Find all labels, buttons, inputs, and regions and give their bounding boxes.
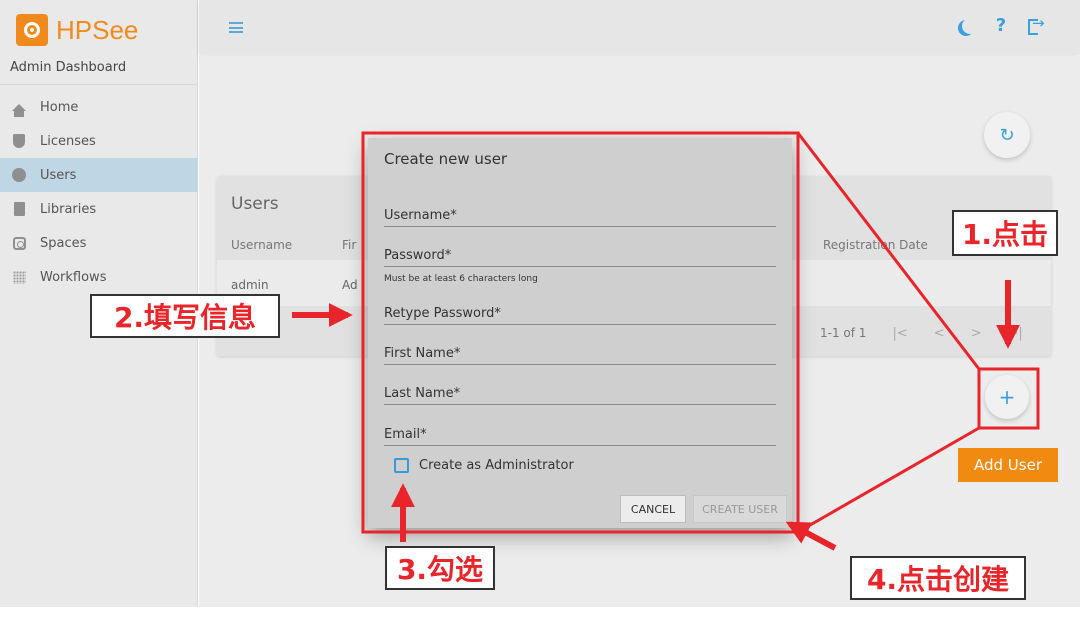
dialog-title: Create new user bbox=[384, 150, 508, 168]
sidebar-item-spaces[interactable]: Spaces bbox=[0, 226, 198, 260]
plus-icon: + bbox=[998, 385, 1016, 409]
admin-checkbox-row[interactable]: Create as Administrator bbox=[394, 458, 574, 473]
app-name: HPSee bbox=[56, 14, 139, 45]
sidebar-item-workflows[interactable]: Workflows bbox=[0, 260, 198, 294]
pagination-range: 1-1 of 1 bbox=[820, 326, 867, 340]
create-user-dialog: Create new user Username* Password* Must… bbox=[368, 138, 792, 528]
sidebar-item-users[interactable]: Users bbox=[0, 158, 198, 192]
create-user-button[interactable]: CREATE USER bbox=[693, 495, 787, 523]
password-hint: Must be at least 6 characters long bbox=[384, 274, 538, 284]
home-icon bbox=[12, 100, 26, 117]
annotation-step4: 4.点击创建 bbox=[850, 556, 1026, 600]
cell-first-name: Ad bbox=[342, 278, 358, 292]
app-logo[interactable]: HPSee bbox=[16, 14, 138, 46]
prev-page-button[interactable]: < bbox=[934, 326, 945, 341]
menu-icon[interactable] bbox=[229, 22, 243, 33]
annotation-step1: 1.点击 bbox=[952, 210, 1058, 256]
card-title: Users bbox=[231, 194, 279, 214]
grid-icon bbox=[12, 270, 26, 284]
refresh-icon: ↻ bbox=[999, 124, 1015, 146]
add-user-label: Add User bbox=[958, 448, 1058, 482]
sidebar-item-label: Workflows bbox=[40, 269, 107, 285]
moon-icon[interactable] bbox=[962, 18, 978, 34]
topbar: ? bbox=[199, 0, 1080, 55]
spaces-icon bbox=[12, 236, 26, 250]
topbar-actions: ? bbox=[958, 14, 1045, 36]
annotation-step3: 3.勾选 bbox=[385, 546, 495, 590]
users-icon bbox=[12, 168, 26, 182]
first-page-button[interactable]: |< bbox=[892, 326, 907, 341]
cell-username: admin bbox=[231, 278, 269, 292]
column-header-username[interactable]: Username bbox=[231, 238, 292, 252]
annotation-step2: 2.填写信息 bbox=[90, 294, 280, 338]
column-header-registration-date[interactable]: Registration Date bbox=[823, 238, 928, 252]
book-icon bbox=[12, 202, 26, 216]
first-name-field[interactable]: First Name* bbox=[384, 346, 776, 365]
sidebar-item-label: Users bbox=[40, 167, 77, 183]
sidebar-item-licenses[interactable]: Licenses bbox=[0, 124, 198, 158]
sidebar-item-label: Spaces bbox=[40, 235, 87, 251]
help-icon[interactable]: ? bbox=[994, 16, 1008, 36]
sidebar-item-label: Licenses bbox=[40, 133, 96, 149]
sidebar-nav: Home Licenses Users Libraries Spaces Wor… bbox=[0, 90, 198, 294]
sidebar-item-label: Home bbox=[40, 99, 79, 115]
pagination: 1-1 of 1 |< < > >| bbox=[820, 326, 1023, 341]
add-user-fab[interactable]: + bbox=[985, 375, 1029, 419]
last-page-button[interactable]: >| bbox=[1008, 326, 1023, 341]
sidebar-item-libraries[interactable]: Libraries bbox=[0, 192, 198, 226]
username-field[interactable]: Username* bbox=[384, 208, 776, 227]
logout-icon[interactable] bbox=[1028, 14, 1045, 35]
sidebar-item-home[interactable]: Home bbox=[0, 90, 198, 124]
next-page-button[interactable]: > bbox=[971, 326, 982, 341]
cancel-button[interactable]: CANCEL bbox=[620, 495, 686, 523]
password-field[interactable]: Password* bbox=[384, 248, 776, 267]
email-field[interactable]: Email* bbox=[384, 427, 776, 446]
shield-icon bbox=[12, 134, 26, 148]
admin-dashboard-title: Admin Dashboard bbox=[10, 60, 127, 75]
admin-checkbox[interactable] bbox=[394, 458, 409, 473]
last-name-field[interactable]: Last Name* bbox=[384, 386, 776, 405]
retype-password-field[interactable]: Retype Password* bbox=[384, 306, 776, 325]
sidebar-item-label: Libraries bbox=[40, 201, 97, 217]
sidebar-divider bbox=[0, 84, 198, 85]
admin-checkbox-label: Create as Administrator bbox=[419, 458, 574, 473]
refresh-button[interactable]: ↻ bbox=[984, 112, 1030, 158]
logo-icon bbox=[16, 14, 48, 46]
column-header-first-name[interactable]: Fir bbox=[342, 238, 356, 252]
